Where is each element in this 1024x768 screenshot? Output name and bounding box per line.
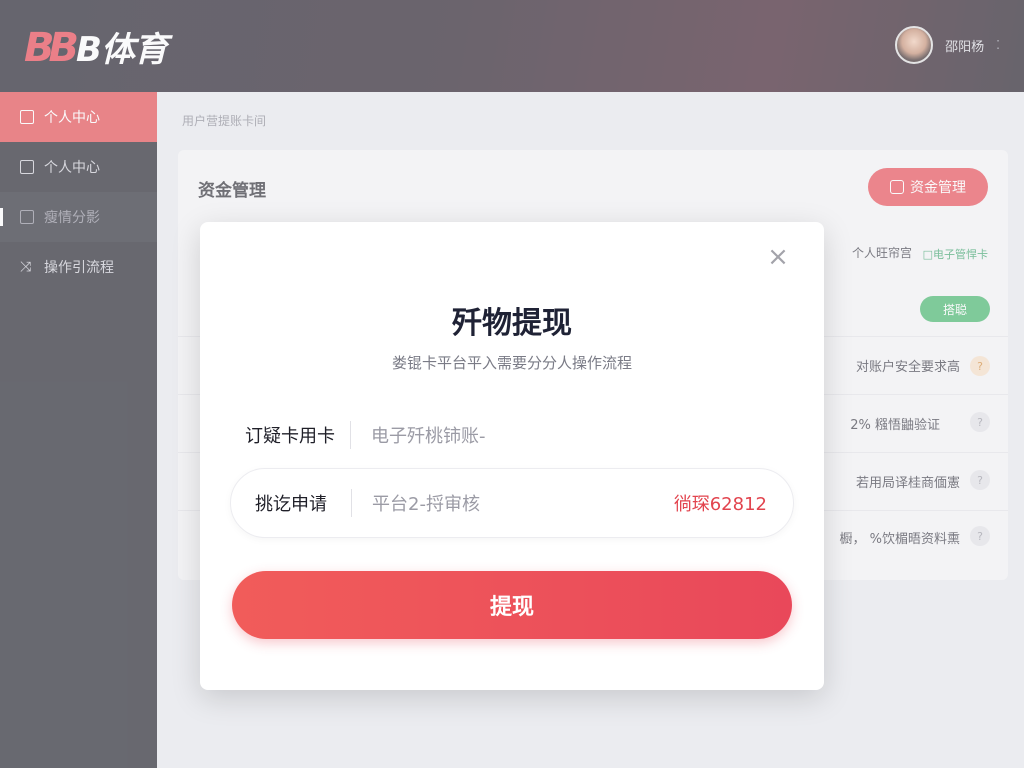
- apply-field[interactable]: 挑讫申请 平台2-捋审核 徜琛62812: [230, 468, 794, 538]
- field-label: 挑讫申请: [255, 494, 327, 515]
- withdraw-button[interactable]: 提现: [232, 571, 792, 639]
- modal-title: 歼物提现: [452, 306, 572, 341]
- field-amount: 徜琛62812: [673, 494, 767, 515]
- field-label: 订疑卡用卡: [245, 426, 335, 447]
- card-field[interactable]: 订疑卡用卡 电子歼桃铈账-: [230, 400, 794, 470]
- field-value[interactable]: 平台2-捋审核: [352, 490, 674, 516]
- withdraw-modal: × 歼物提现 娄锟卡平台平入需要分分人操作流程 订疑卡用卡 电子歼桃铈账- 挑讫…: [200, 222, 824, 690]
- field-value[interactable]: 电子歼桃铈账-: [351, 422, 794, 448]
- modal-subtitle: 娄锟卡平台平入需要分分人操作流程: [391, 354, 632, 372]
- close-icon[interactable]: ×: [766, 244, 790, 270]
